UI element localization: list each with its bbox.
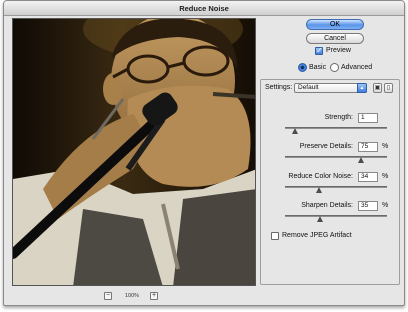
remove-jpeg-artifact-checkbox[interactable] bbox=[271, 232, 279, 240]
chevron-down-icon: ▲ bbox=[357, 83, 367, 93]
advanced-radio[interactable] bbox=[330, 63, 339, 72]
slider-label: Strength: bbox=[324, 114, 353, 121]
zoom-in-button[interactable]: + bbox=[150, 292, 158, 300]
preview-image[interactable] bbox=[12, 18, 256, 286]
slider-track[interactable] bbox=[285, 156, 387, 158]
ok-button[interactable]: OK bbox=[306, 19, 364, 30]
preview-checkbox[interactable] bbox=[315, 46, 323, 55]
slider-value-input[interactable]: 1 bbox=[358, 113, 378, 123]
slider-label: Reduce Color Noise: bbox=[288, 173, 353, 180]
trash-icon[interactable]: ▯ bbox=[384, 83, 393, 93]
photo-man-harmonica bbox=[13, 19, 255, 285]
preview-label: Preview bbox=[326, 47, 351, 54]
slider-thumb[interactable] bbox=[358, 157, 364, 163]
basic-radio[interactable] bbox=[298, 63, 307, 72]
slider-track[interactable] bbox=[285, 215, 387, 217]
remove-jpeg-artifact-label: Remove JPEG Artifact bbox=[282, 232, 352, 239]
slider-label: Sharpen Details: bbox=[301, 202, 353, 209]
zoom-out-button[interactable]: − bbox=[104, 292, 112, 300]
slider-thumb[interactable] bbox=[317, 216, 324, 222]
zoom-controls: − 100% + bbox=[104, 291, 164, 301]
cancel-button[interactable]: Cancel bbox=[306, 33, 364, 44]
slider-track[interactable] bbox=[285, 127, 387, 129]
slider-thumb[interactable] bbox=[316, 187, 323, 193]
slider-track[interactable] bbox=[285, 186, 387, 188]
settings-select[interactable]: Default ▲ bbox=[294, 83, 367, 93]
settings-value: Default bbox=[298, 84, 319, 91]
slider-value-input[interactable]: 35 bbox=[358, 201, 378, 211]
slider-unit: % bbox=[382, 143, 389, 150]
slider-value-input[interactable]: 75 bbox=[358, 142, 378, 152]
save-settings-icon[interactable]: ▣ bbox=[373, 83, 382, 93]
basic-label: Basic bbox=[309, 64, 327, 71]
reduce-noise-dialog: Reduce Noise − 100% + OK Cancel ✓ Previe… bbox=[3, 0, 405, 306]
settings-label: Settings: bbox=[265, 84, 293, 91]
slider-label: Preserve Details: bbox=[299, 143, 353, 150]
settings-panel: Settings: Default ▲ ▣ ▯ Strength: 1 Preser… bbox=[260, 79, 400, 285]
slider-thumb[interactable] bbox=[291, 128, 298, 134]
slider-unit: % bbox=[382, 173, 389, 180]
slider-unit: % bbox=[382, 202, 389, 209]
advanced-label: Advanced bbox=[341, 64, 373, 71]
zoom-level: 100% bbox=[125, 293, 140, 299]
dialog-title: Reduce Noise bbox=[4, 1, 404, 16]
slider-value-input[interactable]: 34 bbox=[358, 172, 378, 182]
